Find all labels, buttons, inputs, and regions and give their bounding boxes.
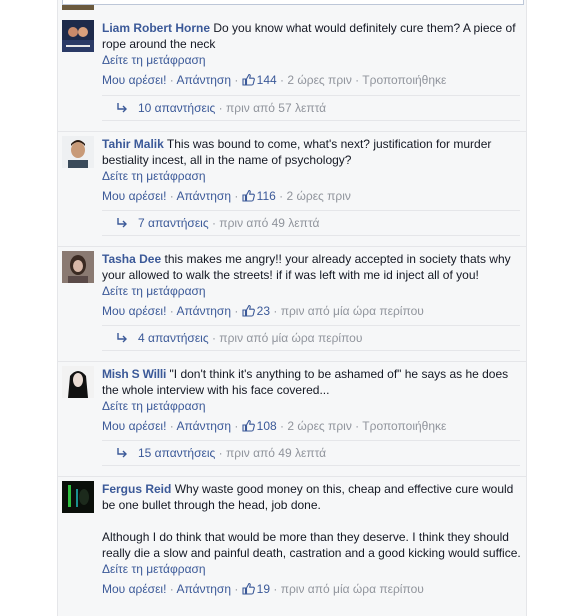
reply-link[interactable]: Απάντηση (176, 582, 231, 596)
see-translation-link[interactable]: Δείτε τη μετάφραση (102, 283, 522, 299)
reply-arrow-icon (117, 103, 127, 113)
comment-actions: Μου αρέσει! · Απάντηση · 144 · 2 ώρες πρ… (102, 73, 447, 87)
comment-text-paragraph: Although I do think that would be more t… (102, 530, 521, 560)
avatar[interactable] (62, 481, 94, 513)
avatar[interactable] (62, 20, 94, 52)
divider (58, 246, 526, 247)
like-count[interactable]: 23 (257, 304, 270, 318)
reply-link[interactable]: Απάντηση (176, 73, 231, 87)
replies-link[interactable]: 7 απαντήσεις · πριν από 49 λεπτά (102, 210, 520, 236)
avatar[interactable] (62, 136, 94, 168)
avatar[interactable] (62, 251, 94, 283)
reply-link[interactable]: Απάντηση (176, 419, 231, 433)
comment-author[interactable]: Mish S Willi (102, 367, 166, 381)
comment-author[interactable]: Fergus Reid (102, 482, 171, 496)
reply-link[interactable]: Απάντηση (176, 189, 231, 203)
divider (58, 476, 526, 477)
like-link[interactable]: Μου αρέσει! (102, 73, 166, 87)
comment-author[interactable]: Tahir Malik (102, 137, 164, 151)
like-count[interactable]: 108 (257, 419, 277, 433)
thumbs-up-icon[interactable] (242, 189, 255, 202)
reply-arrow-icon (117, 218, 127, 228)
replies-count[interactable]: 10 απαντήσεις (138, 101, 215, 115)
timestamp[interactable]: πριν από μία ώρα περίπου (281, 582, 424, 596)
like-link[interactable]: Μου αρέσει! (102, 582, 166, 596)
replies-count[interactable]: 7 απαντήσεις (138, 216, 209, 230)
replies-time: πριν από 57 λεπτά (225, 101, 327, 115)
replies-link[interactable]: 15 απαντήσεις · πριν από 49 λεπτά (102, 440, 520, 466)
thumbs-up-icon[interactable] (242, 419, 255, 432)
see-translation-link[interactable]: Δείτε τη μετάφραση (102, 561, 522, 577)
replies-count[interactable]: 15 απαντήσεις (138, 446, 215, 460)
like-count[interactable]: 144 (257, 73, 277, 87)
edited-label[interactable]: Τροποποιήθηκε (362, 73, 446, 87)
see-translation-link[interactable]: Δείτε τη μετάφραση (102, 398, 522, 414)
reply-link[interactable]: Απάντηση (176, 304, 231, 318)
comment-text: this makes me angry!! your already accep… (102, 252, 511, 282)
see-translation-link[interactable]: Δείτε τη μετάφραση (102, 52, 522, 68)
like-link[interactable]: Μου αρέσει! (102, 419, 166, 433)
edited-label[interactable]: Τροποποιήθηκε (362, 419, 446, 433)
like-count[interactable]: 116 (257, 189, 276, 203)
replies-count[interactable]: 4 απαντήσεις (138, 331, 209, 345)
divider (58, 131, 526, 132)
reply-arrow-icon (117, 448, 127, 458)
timestamp[interactable]: 2 ώρες πριν (286, 189, 350, 203)
like-count[interactable]: 19 (257, 582, 270, 596)
comment-actions: Μου αρέσει! · Απάντηση · 19 · πριν από μ… (102, 582, 424, 596)
comment-author[interactable]: Liam Robert Horne (102, 21, 210, 35)
timestamp[interactable]: 2 ώρες πριν (287, 73, 351, 87)
comment-actions: Μου αρέσει! · Απάντηση · 108 · 2 ώρες πρ… (102, 419, 447, 433)
like-link[interactable]: Μου αρέσει! (102, 189, 166, 203)
thumbs-up-icon[interactable] (242, 582, 255, 595)
comment-author[interactable]: Tasha Dee (102, 252, 161, 266)
reply-arrow-icon (117, 333, 127, 343)
comment-actions: Μου αρέσει! · Απάντηση · 23 · πριν από μ… (102, 304, 424, 318)
see-translation-link[interactable]: Δείτε τη μετάφραση (102, 168, 522, 184)
thumbs-up-icon[interactable] (242, 73, 255, 86)
replies-time: πριν από 49 λεπτά (219, 216, 320, 230)
avatar[interactable] (62, 366, 94, 398)
replies-link[interactable]: 10 απαντήσεις · πριν από 57 λεπτά (102, 95, 520, 121)
replies-time: πριν από μία ώρα περίπου (219, 331, 363, 345)
comments-feed: Liam Robert Horne Do you know what would… (57, 0, 527, 616)
like-link[interactable]: Μου αρέσει! (102, 304, 166, 318)
comment-actions: Μου αρέσει! · Απάντηση · 116 · 2 ώρες πρ… (102, 189, 351, 203)
divider (58, 361, 526, 362)
replies-link[interactable]: 4 απαντήσεις · πριν από μία ώρα περίπου (102, 325, 520, 351)
timestamp[interactable]: πριν από μία ώρα περίπου (281, 304, 424, 318)
comment-input[interactable] (62, 0, 524, 5)
timestamp[interactable]: 2 ώρες πριν (287, 419, 351, 433)
replies-time: πριν από 49 λεπτά (225, 446, 327, 460)
thumbs-up-icon[interactable] (242, 304, 255, 317)
